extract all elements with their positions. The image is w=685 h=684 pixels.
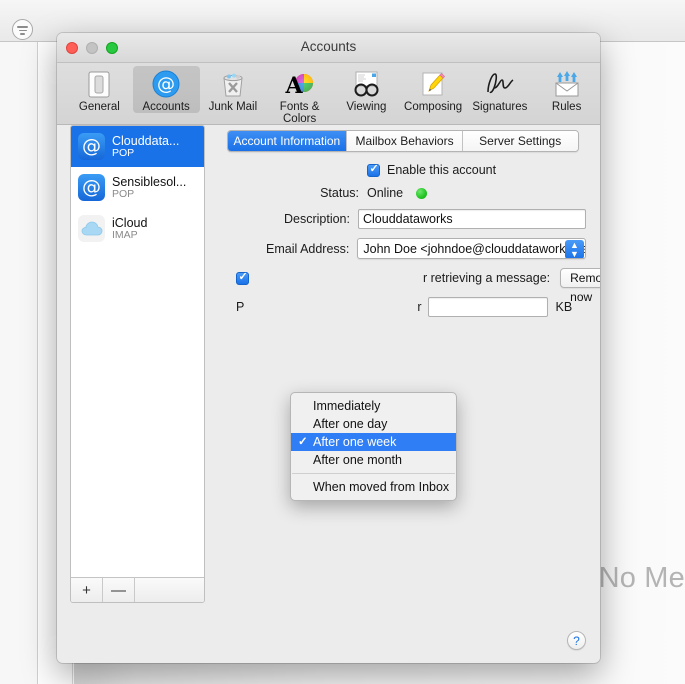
fonts-colors-icon: A	[266, 69, 333, 99]
junk-mail-trash-icon	[200, 69, 267, 99]
toolbar-item-junk-mail[interactable]: Junk Mail	[200, 66, 267, 113]
toolbar-item-general[interactable]: General	[66, 66, 133, 113]
accounts-list: @ Clouddata... POP @ Sensiblesol... POP	[71, 126, 204, 576]
toolbar-label: Rules	[551, 101, 582, 113]
email-address-label: Email Address:	[266, 241, 350, 256]
toolbar-item-accounts[interactable]: @ Accounts	[132, 66, 200, 113]
account-name: iCloud	[112, 216, 148, 230]
remove-copy-checkbox[interactable]	[236, 270, 249, 285]
status-value: Online	[367, 186, 404, 200]
svg-text:A: A	[285, 73, 303, 98]
toolbar-label: General	[78, 101, 120, 113]
message-size-label-fragment: P	[236, 300, 245, 314]
email-address-value: John Doe <johndoe@clouddataworks.ca>	[363, 242, 586, 256]
enable-account-label: Enable this account	[387, 163, 497, 177]
menu-separator	[292, 473, 455, 474]
help-button[interactable]: ?	[567, 631, 586, 650]
account-name: Sensiblesol...	[112, 175, 187, 189]
tab-server-settings[interactable]: Server Settings	[462, 131, 578, 151]
menu-item-after-one-day[interactable]: After one day	[291, 415, 456, 433]
toolbar-item-viewing[interactable]: Viewing	[333, 66, 400, 113]
account-information-form: Enable this account Status: Online Descr…	[219, 162, 600, 326]
description-input[interactable]: Clouddataworks	[357, 209, 586, 229]
composing-pencil-icon	[400, 69, 467, 99]
menu-item-immediately[interactable]: Immediately	[291, 397, 456, 415]
tab-account-information[interactable]: Account Information	[227, 131, 348, 151]
message-size-label-suffix: r	[417, 300, 422, 314]
no-message-selected-text: No Me	[598, 562, 685, 594]
account-type: POP	[112, 147, 135, 159]
remove-now-button[interactable]: Remove now	[560, 268, 600, 304]
preferences-body: @ Clouddata... POP @ Sensiblesol... POP	[57, 125, 600, 662]
enable-account-checkbox[interactable]	[367, 162, 380, 177]
account-row-clouddataworks[interactable]: @ Clouddata... POP	[71, 126, 204, 167]
accounts-list-panel: @ Clouddata... POP @ Sensiblesol... POP	[70, 125, 205, 603]
menu-item-label: Immediately	[313, 399, 381, 413]
menu-item-when-moved-from-inbox[interactable]: When moved from Inbox	[291, 478, 456, 496]
chevron-updown-icon[interactable]: ▲ ▼	[565, 240, 584, 258]
menu-item-label: After one month	[313, 453, 402, 467]
account-type: POP	[112, 188, 135, 200]
general-icon	[66, 69, 133, 99]
toolbar-item-composing[interactable]: Composing	[400, 66, 467, 113]
toolbar-label: Composing	[404, 101, 463, 113]
menu-item-after-one-week[interactable]: ✓ After one week	[291, 433, 456, 451]
icloud-cloud-icon	[78, 215, 105, 242]
remove-copy-label: r retrieving a message:	[423, 271, 551, 285]
message-size-input[interactable]	[427, 297, 548, 317]
email-address-popup-button[interactable]: John Doe <johndoe@clouddataworks.ca> ▲ ▼	[357, 238, 586, 259]
status-indicator-dot	[416, 187, 428, 199]
rules-envelope-icon	[533, 69, 600, 99]
menu-item-after-one-month[interactable]: After one month	[291, 451, 456, 469]
toolbar-item-rules[interactable]: Rules	[533, 66, 600, 113]
email-address-row: Email Address: John Doe <johndoe@cloudda…	[219, 238, 586, 259]
signatures-icon	[467, 69, 534, 99]
account-detail-pane: Account Information Mailbox Behaviors Se…	[219, 125, 600, 603]
tab-mailbox-behaviors[interactable]: Mailbox Behaviors	[347, 131, 463, 151]
at-account-icon: @	[78, 174, 105, 201]
toolbar-label: Accounts	[142, 101, 190, 113]
viewing-glasses-icon	[333, 69, 400, 99]
toolbar-item-fonts-colors[interactable]: A Fonts & Colors	[266, 66, 333, 125]
toolbar-label: Fonts & Colors	[279, 101, 320, 125]
accounts-list-footer: + —	[71, 577, 204, 602]
description-row: Description: Clouddataworks	[219, 209, 586, 229]
menu-item-label: After one week	[313, 435, 397, 449]
detail-tabbar: Account Information Mailbox Behaviors Se…	[226, 130, 579, 152]
preferences-toolbar: General @ Accounts Junk Mail A Fonts & C…	[57, 63, 600, 125]
accounts-at-icon: @	[133, 69, 200, 99]
description-label: Description:	[283, 212, 350, 226]
at-account-icon: @	[78, 133, 105, 160]
menu-item-label: After one day	[313, 417, 388, 431]
list-lines-icon[interactable]	[12, 19, 33, 40]
window-title: Accounts	[300, 39, 357, 54]
message-size-unit: KB	[555, 300, 573, 314]
message-size-row: P r KB	[236, 297, 586, 317]
remove-account-button[interactable]: —	[103, 578, 135, 602]
status-label: Status:	[320, 186, 359, 200]
account-type: IMAP	[112, 229, 138, 241]
account-name: Clouddata...	[112, 134, 180, 148]
add-account-button[interactable]: +	[71, 578, 103, 602]
footer-spacer	[135, 578, 204, 602]
toolbar-label: Signatures	[472, 101, 528, 113]
background-mailboxes-sidebar	[0, 42, 38, 684]
remove-copy-row: r retrieving a message: Remove now	[236, 268, 600, 304]
delete-schedule-dropdown-menu: Immediately After one day ✓ After one we…	[290, 392, 457, 501]
account-row-sensiblesolutions[interactable]: @ Sensiblesol... POP	[71, 167, 204, 208]
toolbar-label: Viewing	[346, 101, 387, 113]
window-titlebar: Accounts	[57, 33, 600, 63]
account-row-icloud[interactable]: iCloud IMAP	[71, 208, 204, 249]
menu-item-label: When moved from Inbox	[313, 480, 450, 494]
checkmark-icon: ✓	[298, 436, 308, 448]
toolbar-label: Junk Mail	[208, 101, 258, 113]
svg-text:@: @	[157, 74, 175, 95]
enable-account-row: Enable this account	[219, 162, 586, 177]
status-row: Status: Online	[219, 186, 586, 200]
accounts-preferences-window: Accounts General @ Accounts Junk Mail A …	[57, 33, 600, 663]
toolbar-item-signatures[interactable]: Signatures	[467, 66, 534, 113]
